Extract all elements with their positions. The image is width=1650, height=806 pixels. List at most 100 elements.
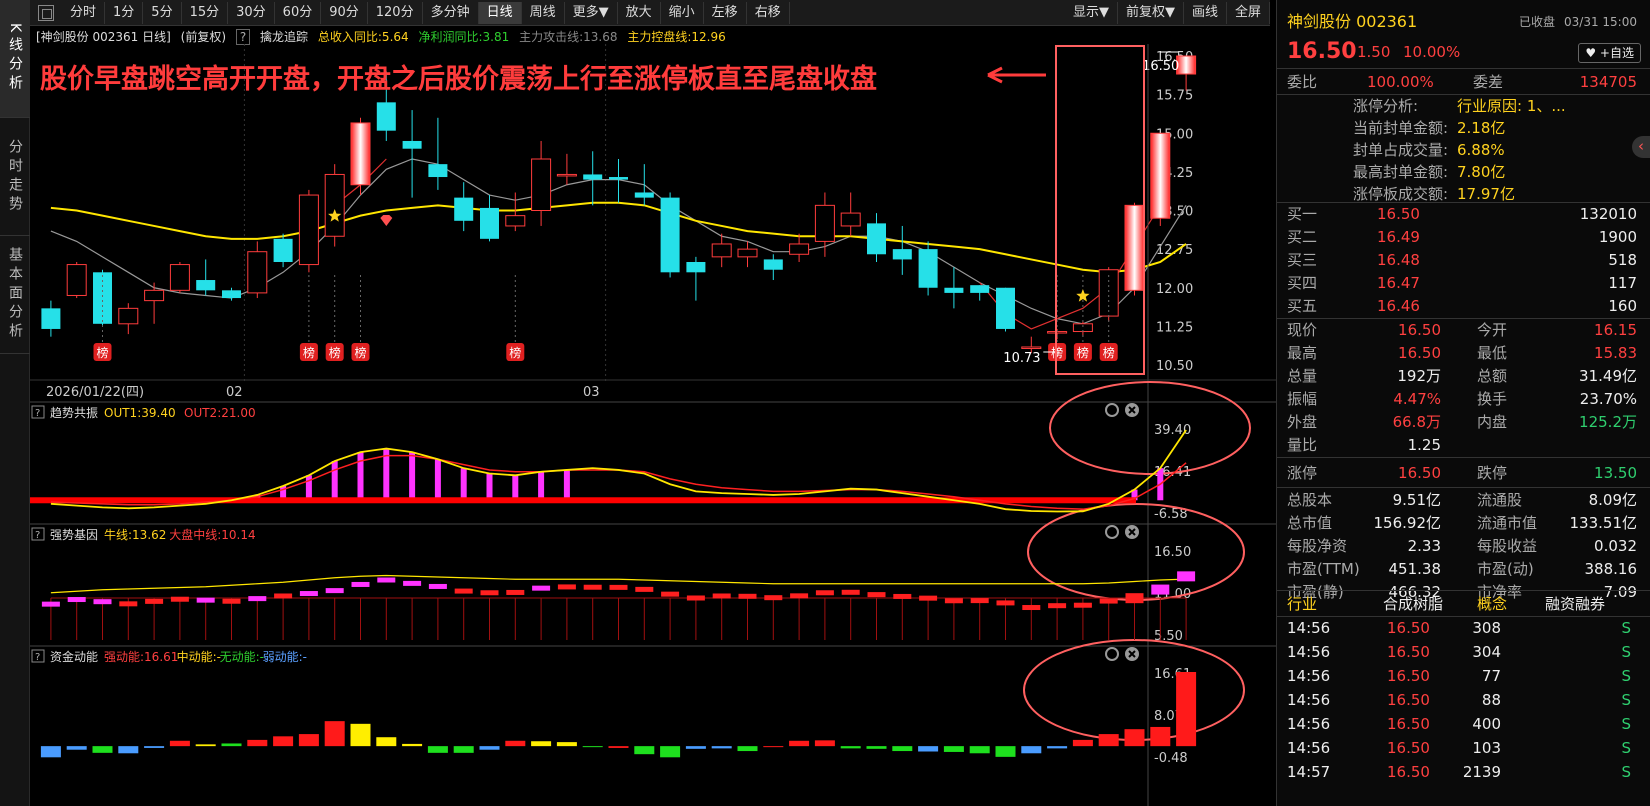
period-button-6[interactable]: 90分	[321, 1, 368, 24]
settings-gear-icon[interactable]	[1105, 647, 1119, 661]
candle[interactable]	[41, 300, 61, 337]
candle-body	[583, 174, 603, 180]
period-button-5[interactable]: 60分	[275, 1, 322, 24]
settings-gear-icon[interactable]	[1105, 525, 1119, 539]
period-button-2[interactable]: 5分	[143, 1, 182, 24]
concept-tab-2[interactable]: 概念	[1477, 592, 1507, 616]
kline-chart[interactable]: 16.5015.7515.0014.2513.5012.7512.0011.25…	[30, 44, 1276, 806]
action-button-3[interactable]: 右移	[747, 1, 790, 24]
candle[interactable]	[222, 287, 241, 301]
candle[interactable]	[711, 233, 732, 268]
board-marker[interactable]: 榜	[1073, 274, 1092, 361]
candle[interactable]	[428, 117, 448, 190]
concept-tab-0[interactable]: 行业	[1287, 592, 1317, 616]
attack-line: 主力攻击线:13.68	[519, 30, 618, 44]
tick-price: 16.50	[1387, 667, 1430, 685]
candle-body	[609, 177, 628, 180]
period-button-4[interactable]: 30分	[228, 1, 275, 24]
candle[interactable]	[66, 262, 87, 299]
board-marker[interactable]: 榜	[506, 274, 525, 361]
period-button-10[interactable]: 周线	[522, 1, 565, 24]
date-axis: 2026/01/22(四) 02 03	[30, 379, 1276, 400]
board-marker[interactable]: 榜	[351, 274, 370, 361]
candle[interactable]	[944, 267, 964, 309]
period-button-1[interactable]: 1分	[105, 1, 144, 24]
candle[interactable]	[1072, 321, 1093, 337]
candle[interactable]	[789, 233, 810, 262]
candle[interactable]	[196, 259, 216, 296]
candle[interactable]	[247, 241, 268, 299]
candle[interactable]	[660, 192, 680, 278]
candle[interactable]	[169, 262, 190, 293]
candle[interactable]	[298, 189, 319, 273]
limit-value: 2.18亿	[1457, 119, 1506, 137]
candle[interactable]	[556, 153, 577, 185]
candle[interactable]	[1124, 202, 1145, 296]
bid-volume: 117	[1608, 274, 1637, 292]
strong-bar	[841, 589, 860, 595]
board-marker[interactable]: 榜	[325, 274, 344, 361]
candle-body	[944, 287, 964, 293]
candle[interactable]	[454, 182, 474, 232]
left-tab-1[interactable]: 分时走势	[0, 118, 30, 236]
fund-bar	[118, 746, 139, 754]
period-button-0[interactable]: 分时	[62, 1, 106, 24]
concept-tab-1[interactable]: 合成树脂	[1383, 592, 1443, 616]
strong-bar	[944, 598, 963, 604]
candle[interactable]	[840, 192, 861, 237]
fund-bar	[1021, 746, 1042, 754]
tick-price: 16.50	[1387, 739, 1430, 757]
candle[interactable]	[892, 225, 912, 275]
candle[interactable]	[686, 256, 706, 301]
add-watchlist-button[interactable]: ♥ +自选	[1578, 43, 1641, 63]
left-tab-0[interactable]: K线分析	[0, 0, 30, 118]
display-button-3[interactable]: 全屏	[1227, 1, 1270, 24]
candle[interactable]	[814, 192, 835, 257]
concept-tab-3[interactable]: 融资融券	[1545, 592, 1605, 616]
settings-gear-icon[interactable]	[1105, 403, 1119, 417]
display-button-0[interactable]: 显示▼	[1065, 1, 1118, 24]
action-button-0[interactable]: 放大	[618, 1, 661, 24]
candle[interactable]	[118, 303, 139, 335]
collapse-arrow-icon[interactable]: ‹	[1632, 136, 1650, 158]
period-button-9[interactable]: 日线	[478, 1, 522, 24]
action-button-1[interactable]: 缩小	[661, 1, 704, 24]
candle[interactable]	[737, 241, 758, 268]
candle[interactable]	[324, 164, 345, 247]
left-tab-2[interactable]: 基本面分析	[0, 236, 30, 354]
tick-time: 14:56	[1287, 643, 1331, 661]
period-button-11[interactable]: 更多▼	[565, 1, 618, 24]
display-button-2[interactable]: 画线	[1184, 1, 1227, 24]
period-button-8[interactable]: 多分钟	[423, 1, 479, 24]
candle[interactable]	[996, 287, 1015, 332]
candle[interactable]	[402, 110, 422, 198]
candle-body	[840, 212, 861, 227]
panel-value: 无动能:-	[220, 650, 264, 664]
action-button-2[interactable]: 左移	[704, 1, 747, 24]
candle[interactable]	[93, 269, 112, 327]
candle[interactable]	[970, 285, 990, 301]
period-button-3[interactable]: 15分	[182, 1, 229, 24]
candle[interactable]	[273, 233, 293, 268]
strong-bar	[274, 593, 293, 599]
candle[interactable]	[350, 117, 371, 196]
period-button-7[interactable]: 120分	[368, 1, 423, 24]
candle[interactable]	[763, 254, 783, 281]
bid-level: 买一	[1287, 205, 1318, 223]
layout-icon[interactable]	[38, 4, 54, 21]
board-marker[interactable]: 榜	[1048, 274, 1067, 361]
candle[interactable]	[480, 195, 499, 242]
candle[interactable]	[918, 241, 938, 296]
candle[interactable]	[1150, 132, 1171, 226]
display-button-1[interactable]: 前复权▼	[1118, 1, 1184, 24]
help-icon[interactable]: ?	[235, 29, 251, 45]
candle[interactable]	[583, 151, 603, 206]
strong-bar	[532, 585, 551, 591]
board-marker[interactable]: 榜	[299, 274, 318, 361]
candle[interactable]	[867, 213, 886, 262]
last-price: 16.50	[1287, 39, 1357, 64]
candle[interactable]	[1176, 55, 1197, 91]
candle[interactable]	[531, 140, 552, 226]
candle[interactable]	[634, 164, 654, 206]
sub-panel-1: ? 强势基因 牛线:13.62 大盘中线:10.1416.5011.005.50	[30, 503, 1276, 644]
